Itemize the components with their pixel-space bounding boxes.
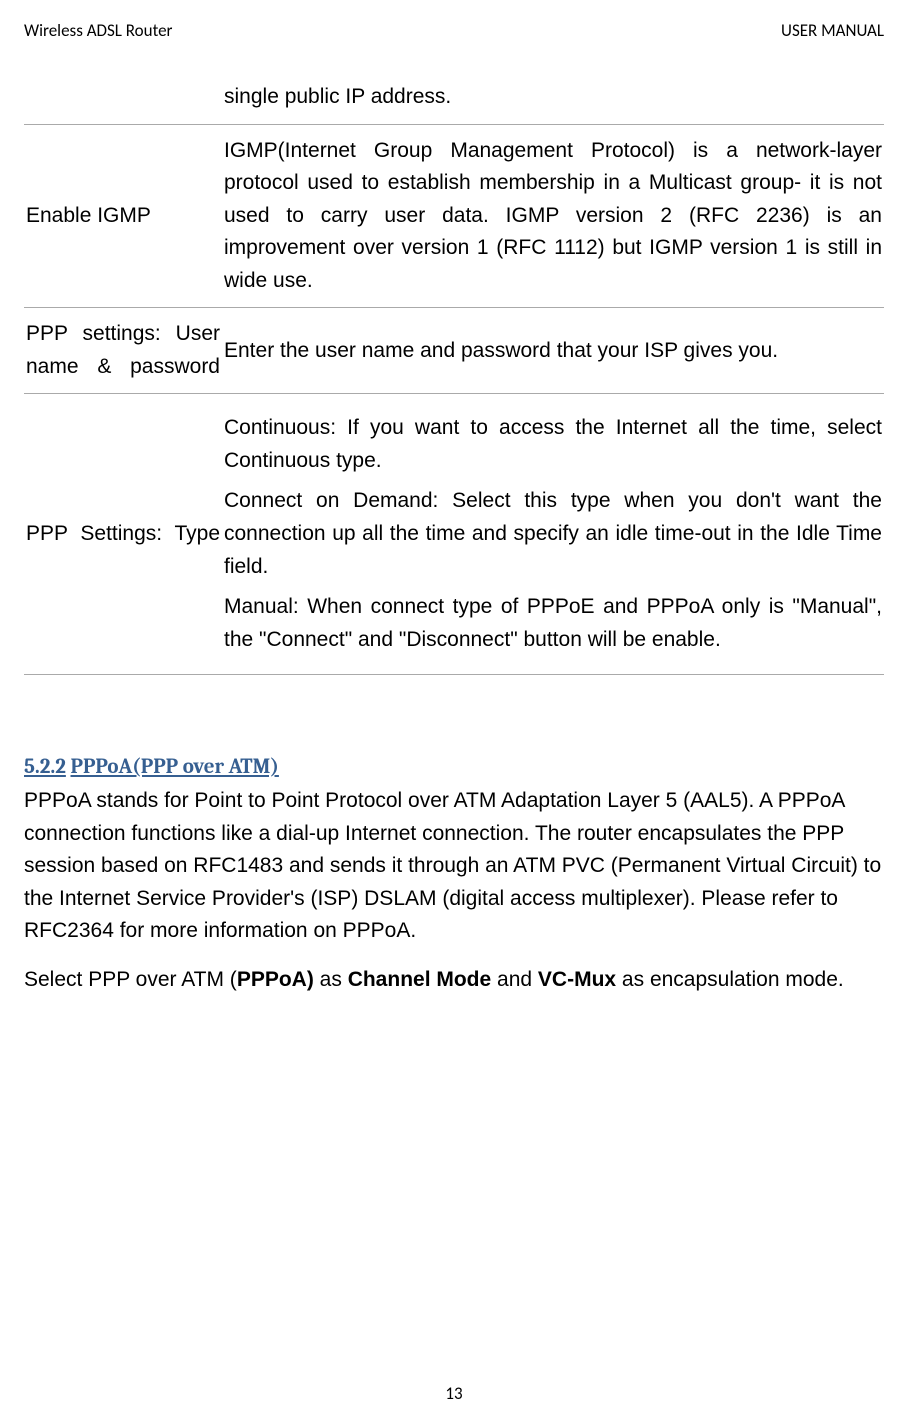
param-label: PPP Settings: Type [24, 394, 222, 675]
page-footer: 13 [0, 1383, 908, 1404]
text-run: Select PPP over ATM ( [24, 968, 237, 991]
param-label [24, 71, 222, 124]
section-number: 5.2.2 [24, 755, 66, 779]
page-number: 13 [445, 1383, 462, 1404]
desc-paragraph: Manual: When connect type of PPPoE and P… [224, 591, 882, 656]
text-run: and [491, 968, 538, 991]
param-label: Enable IGMP [24, 124, 222, 308]
parameters-table: single public IP address. Enable IGMP IG… [24, 71, 884, 675]
param-desc: Continuous: If you want to access the In… [222, 394, 884, 675]
body-paragraph: PPPoA stands for Point to Point Protocol… [24, 785, 884, 948]
section-heading: 5.2.2 PPPoA(PPP over ATM) [24, 755, 884, 779]
param-desc: single public IP address. [222, 71, 884, 124]
table-row: Enable IGMP IGMP(Internet Group Manageme… [24, 124, 884, 308]
body-paragraph: Select PPP over ATM (PPPoA) as Channel M… [24, 964, 884, 997]
desc-paragraph: Connect on Demand: Select this type when… [224, 485, 882, 583]
bold-text: VC-Mux [538, 968, 616, 991]
param-desc: Enter the user name and password that yo… [222, 308, 884, 394]
table-row: single public IP address. [24, 71, 884, 124]
page-header: Wireless ADSL Router USER MANUAL [24, 20, 884, 41]
param-label: PPP settings: User name & password [24, 308, 222, 394]
table-row: PPP Settings: Type Continuous: If you wa… [24, 394, 884, 675]
section-title: PPPoA(PPP over ATM) [71, 755, 279, 779]
header-right: USER MANUAL [781, 20, 884, 41]
bold-text: PPPoA) [237, 968, 314, 991]
header-left: Wireless ADSL Router [24, 20, 172, 41]
text-run: as encapsulation mode. [616, 968, 844, 991]
desc-paragraph: Continuous: If you want to access the In… [224, 412, 882, 477]
bold-text: Channel Mode [348, 968, 492, 991]
table-row: PPP settings: User name & password Enter… [24, 308, 884, 394]
param-desc: IGMP(Internet Group Management Protocol)… [222, 124, 884, 308]
text-run: as [314, 968, 348, 991]
